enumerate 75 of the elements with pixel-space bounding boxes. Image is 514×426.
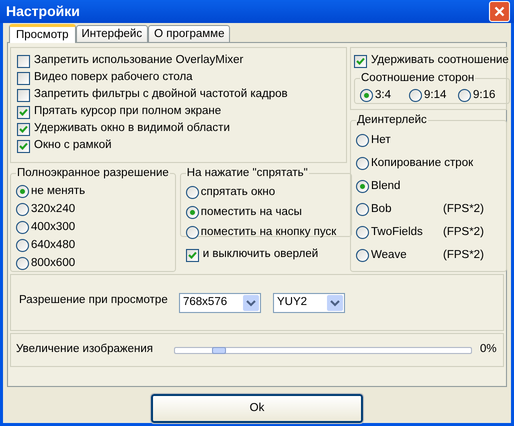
radio-label: спрятать окно — [200, 184, 276, 200]
checkbox[interactable] — [17, 140, 30, 152]
dropdown[interactable]: 768x576 — [179, 292, 261, 312]
radio-label: 9:14 — [424, 88, 446, 103]
tab[interactable]: Интерфейс — [76, 25, 148, 42]
radio-button[interactable] — [16, 220, 29, 234]
checkbox-label: Удерживать окно в видимой области — [34, 121, 230, 136]
checkbox[interactable] — [17, 72, 30, 84]
checkbox[interactable] — [186, 248, 199, 262]
checkbox[interactable] — [17, 106, 30, 118]
tab[interactable]: Просмотр — [9, 24, 76, 43]
dropdown[interactable]: YUY2 — [273, 292, 345, 312]
radio-label: Blend — [371, 178, 400, 194]
radio-note: (FPS*2) — [443, 248, 484, 263]
checkbox-label: Окно с рамкой — [34, 138, 112, 154]
check-icon — [356, 56, 365, 66]
radio-button[interactable] — [356, 226, 369, 239]
radio-button[interactable] — [409, 88, 422, 102]
checkbox-label: Запретить использование OverlayMixer — [34, 53, 244, 68]
chevron-down-icon — [243, 294, 259, 310]
radio-button[interactable] — [360, 88, 373, 102]
chevron-down-icon — [327, 294, 343, 310]
close-button[interactable] — [489, 1, 510, 22]
checkbox[interactable] — [17, 54, 30, 68]
radio-label: 3:4 — [375, 88, 391, 103]
slider-thumb[interactable] — [212, 346, 226, 354]
radio-label: поместить на кнопку пуск — [200, 224, 336, 240]
radio-label: не менять — [31, 184, 86, 199]
checkbox[interactable] — [17, 122, 30, 136]
checkbox[interactable] — [354, 54, 367, 68]
radio-label: поместить на часы — [200, 204, 302, 220]
radio-button[interactable] — [356, 248, 369, 262]
zoom-label: Увеличение изображения — [16, 342, 154, 358]
checkbox-label: и выключить оверлей — [202, 247, 318, 262]
window-title: Настройки — [5, 2, 80, 21]
check-icon — [188, 250, 197, 260]
radio-label: Weave — [371, 248, 408, 263]
radio-note: (FPS*2) — [443, 224, 484, 240]
radio-button[interactable] — [356, 202, 369, 216]
radio-button[interactable] — [186, 226, 199, 239]
zoom-slider-track[interactable] — [174, 346, 472, 354]
radio-label: 9:16 — [473, 88, 496, 103]
checkbox-label: Прятать курсор при полном экране — [34, 104, 222, 120]
radio-label: 400x300 — [31, 220, 76, 235]
checkbox-label: Видео поверх рабочего стола — [34, 70, 193, 86]
radio-button[interactable] — [186, 206, 199, 219]
radio-label: 320x240 — [31, 202, 76, 217]
group-title: На нажатие "спрятать" — [186, 166, 309, 181]
group-title: Соотношение сторон — [360, 71, 476, 86]
group-title: Полноэкранное разрешение — [16, 166, 170, 181]
checkbox-label: Удерживать соотношение — [371, 53, 509, 68]
group-title: Деинтерлейс — [356, 113, 428, 128]
radio-button[interactable] — [356, 134, 369, 147]
radio-label: TwoFields — [371, 224, 424, 240]
radio-button[interactable] — [16, 184, 29, 198]
radio-label: 800x600 — [31, 256, 76, 271]
checkbox[interactable] — [17, 88, 30, 102]
zoom-reading: 0% — [480, 342, 497, 358]
ok-button[interactable]: Ok — [151, 394, 363, 423]
radio-button[interactable] — [356, 156, 369, 170]
radio-label: Нет — [371, 132, 391, 148]
radio-button[interactable] — [16, 202, 29, 216]
radio-note: (FPS*2) — [443, 202, 484, 217]
radio-label: Копирование строк — [371, 156, 474, 171]
radio-button[interactable] — [16, 238, 29, 252]
tab[interactable]: О программе — [148, 25, 230, 42]
radio-button[interactable] — [458, 88, 471, 102]
preview-resolution-label: Разрешение при просмотре — [19, 292, 167, 308]
radio-label: 640x480 — [31, 238, 76, 253]
radio-button[interactable] — [16, 256, 29, 270]
checkbox-label: Запретить фильтры с двойной частотой кадров — [34, 87, 288, 102]
radio-button[interactable] — [356, 180, 369, 193]
radio-button[interactable] — [186, 186, 199, 199]
close-icon — [494, 6, 505, 17]
radio-label: Bob — [371, 202, 392, 217]
